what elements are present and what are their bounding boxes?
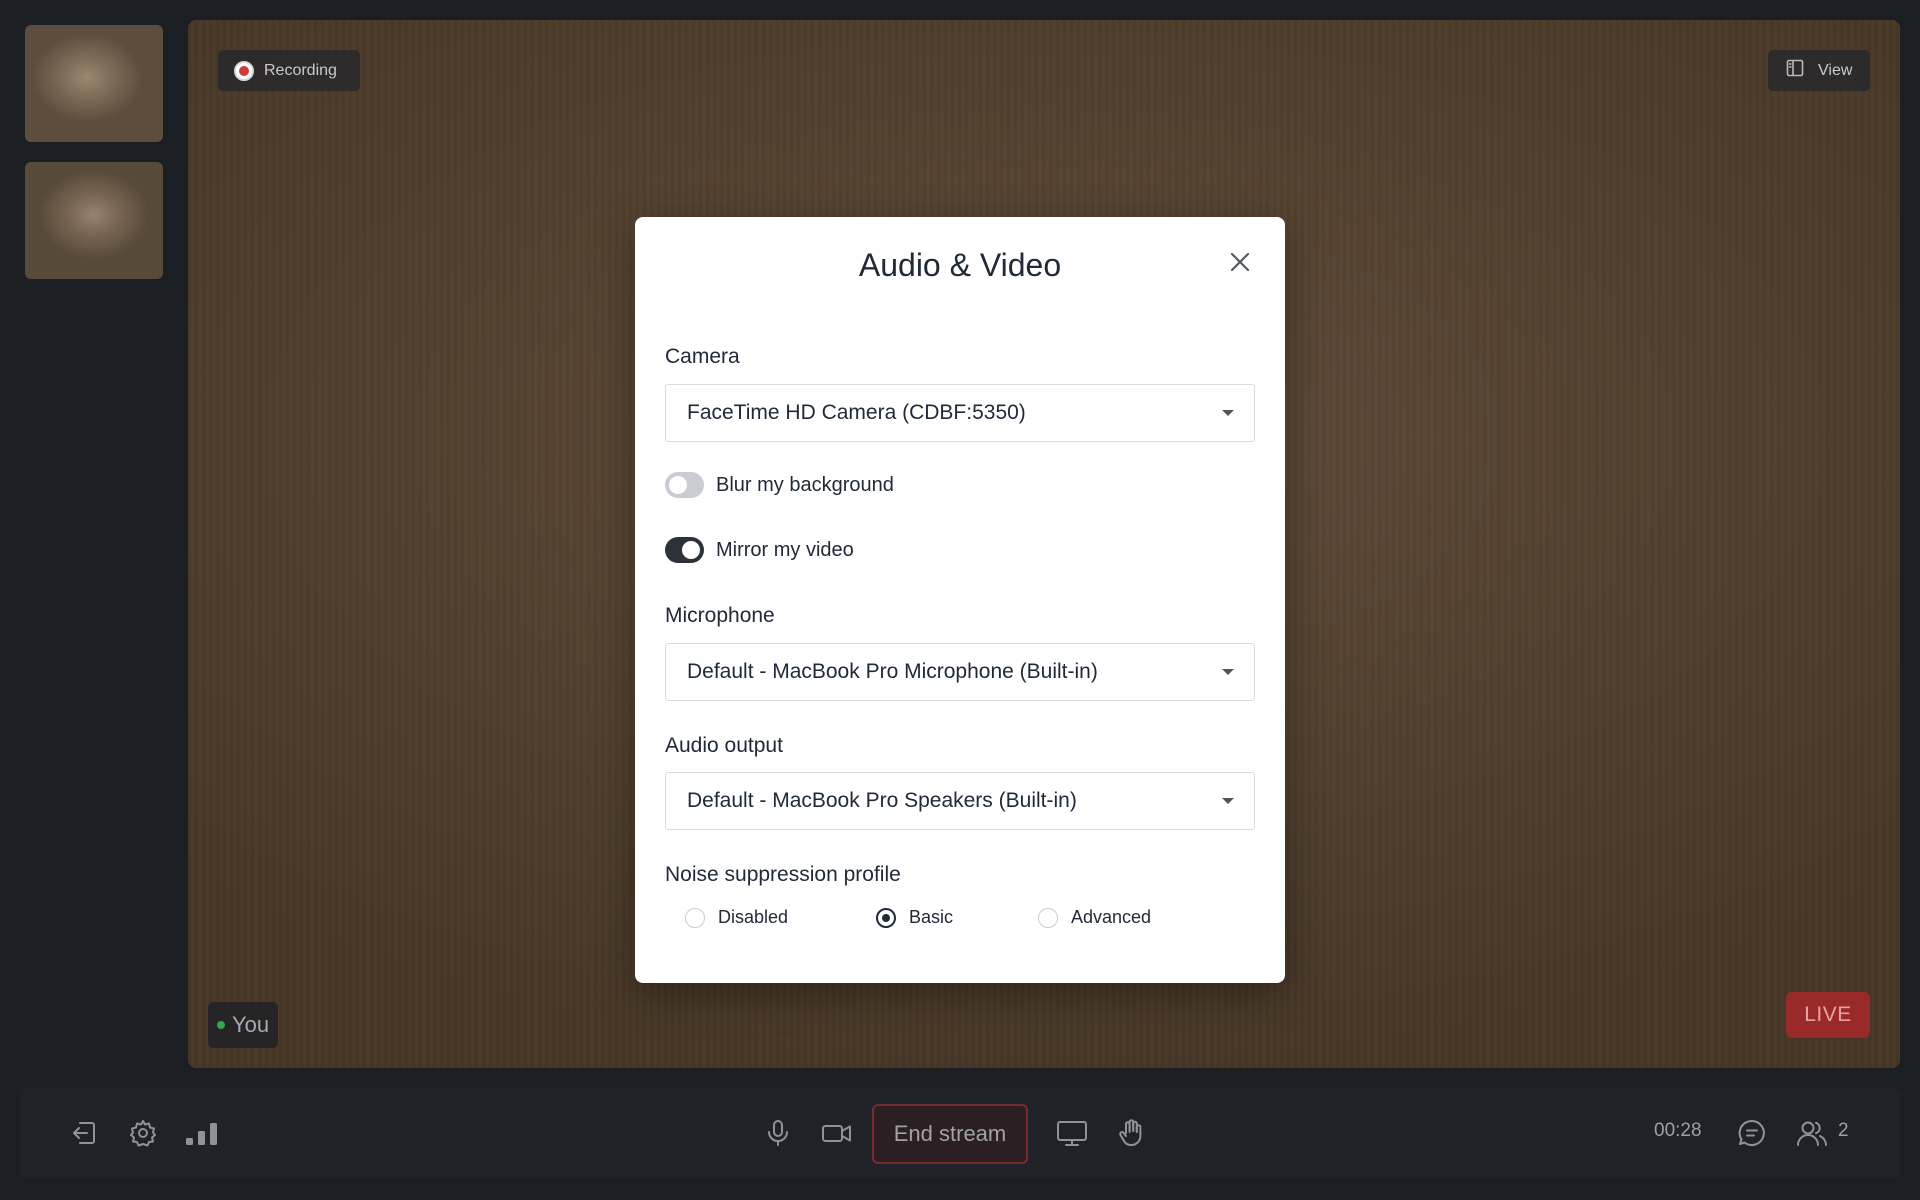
mirror-video-toggle[interactable] (665, 537, 704, 563)
microphone-label: Microphone (665, 604, 775, 627)
mirror-video-label: Mirror my video (716, 538, 854, 561)
noise-suppression-label: Noise suppression profile (665, 863, 901, 886)
radio-option-basic[interactable]: Basic (876, 907, 953, 928)
signal-strength-icon[interactable] (184, 1115, 220, 1151)
camera-icon[interactable] (819, 1115, 855, 1151)
audio-output-value: Default - MacBook Pro Speakers (Built-in… (687, 789, 1077, 812)
call-toolbar: End stream 00:28 2 (20, 1088, 1900, 1178)
microphone-icon[interactable] (760, 1115, 796, 1151)
self-name: You (232, 1012, 270, 1037)
camera-select[interactable]: FaceTime HD Camera (CDBF:5350) (665, 384, 1255, 442)
blur-background-toggle[interactable] (665, 472, 704, 498)
microphone-select[interactable]: Default - MacBook Pro Microphone (Built-… (665, 643, 1255, 701)
self-name-badge: You (208, 1002, 278, 1048)
view-button[interactable]: View (1768, 50, 1870, 91)
radio-button[interactable] (1038, 907, 1058, 928)
blur-background-row: Blur my background (665, 472, 894, 498)
camera-value: FaceTime HD Camera (CDBF:5350) (687, 401, 1026, 424)
audio-video-dialog: Audio & Video Camera FaceTime HD Camera … (635, 217, 1285, 983)
chat-icon[interactable] (1734, 1115, 1770, 1151)
chevron-down-icon (1222, 669, 1234, 675)
chevron-down-icon (1222, 798, 1234, 804)
noise-suppression-group: Disabled Basic Advanced (685, 907, 1245, 937)
participant-count: 2 (1838, 1120, 1849, 1141)
radio-option-disabled[interactable]: Disabled (685, 907, 788, 928)
raise-hand-icon[interactable] (1113, 1115, 1149, 1151)
radio-button[interactable] (685, 907, 705, 928)
camera-label: Camera (665, 345, 740, 368)
call-timer: 00:28 (1654, 1120, 1702, 1141)
participants-icon[interactable] (1794, 1115, 1830, 1151)
chevron-down-icon (1222, 410, 1234, 416)
blur-background-label: Blur my background (716, 473, 894, 496)
mirror-video-row: Mirror my video (665, 537, 854, 563)
recording-label: Recording (264, 61, 337, 79)
radio-label: Advanced (1071, 907, 1152, 927)
close-icon[interactable] (1225, 247, 1255, 277)
online-status-dot (217, 1021, 225, 1029)
record-icon (234, 60, 254, 81)
participant-thumbnail-2[interactable] (25, 162, 163, 279)
recording-indicator: Recording (218, 50, 360, 91)
end-stream-button[interactable]: End stream (872, 1104, 1028, 1164)
dialog-title: Audio & Video (858, 247, 1062, 283)
radio-label: Basic (909, 907, 954, 927)
live-badge: LIVE (1786, 992, 1870, 1038)
microphone-value: Default - MacBook Pro Microphone (Built-… (687, 660, 1098, 683)
radio-label: Disabled (718, 907, 789, 927)
layout-icon (1786, 59, 1804, 82)
leave-icon[interactable] (66, 1115, 102, 1151)
participant-thumbnail-1[interactable] (25, 25, 163, 142)
view-label: View (1818, 61, 1853, 79)
audio-output-select[interactable]: Default - MacBook Pro Speakers (Built-in… (665, 772, 1255, 830)
screen-share-icon[interactable] (1054, 1115, 1090, 1151)
radio-button[interactable] (876, 907, 896, 928)
radio-option-advanced[interactable]: Advanced (1038, 907, 1151, 928)
gear-icon[interactable] (125, 1115, 161, 1151)
audio-output-label: Audio output (665, 734, 783, 757)
